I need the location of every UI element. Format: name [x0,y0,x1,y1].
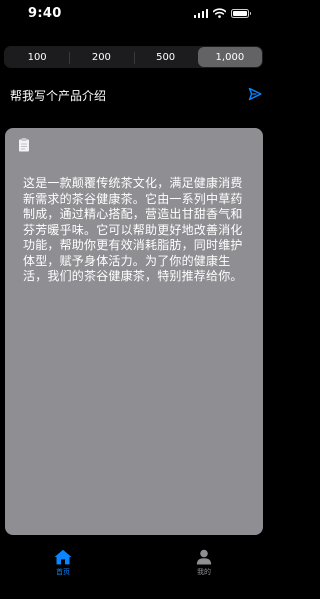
send-icon[interactable] [248,87,262,101]
battery-icon [231,8,251,18]
home-icon [54,549,72,565]
prompt-row: 帮我写个产品介绍 [10,84,262,106]
person-icon [196,549,212,565]
segment-1000[interactable]: 1,000 [197,47,262,67]
status-bar: 9:40 [0,0,267,30]
word-count-segmented-control[interactable]: 100 200 500 1,000 [4,46,263,68]
copy-document-icon[interactable] [18,138,30,152]
wifi-icon [213,8,226,18]
tab-bar: 首页 我的 [0,540,267,599]
segment-100[interactable]: 100 [5,47,69,67]
generated-text: 这是一款颠覆传统茶文化，满足健康消费新需求的茶谷健康茶。它由一系列中草药制成，通… [23,176,243,283]
tab-mine-label: 我的 [197,568,211,576]
cellular-signal-icon [193,8,208,18]
status-time: 9:40 [28,6,62,21]
segment-200[interactable]: 200 [69,47,133,67]
tab-home-label: 首页 [56,568,70,576]
result-card: 这是一款颠覆传统茶文化，满足健康消费新需求的茶谷健康茶。它由一系列中草药制成，通… [5,128,263,535]
status-icons [193,8,251,18]
tab-mine[interactable]: 我的 [184,549,224,577]
segment-500[interactable]: 500 [133,47,198,67]
prompt-input[interactable]: 帮我写个产品介绍 [10,87,106,104]
tab-home[interactable]: 首页 [43,549,83,577]
